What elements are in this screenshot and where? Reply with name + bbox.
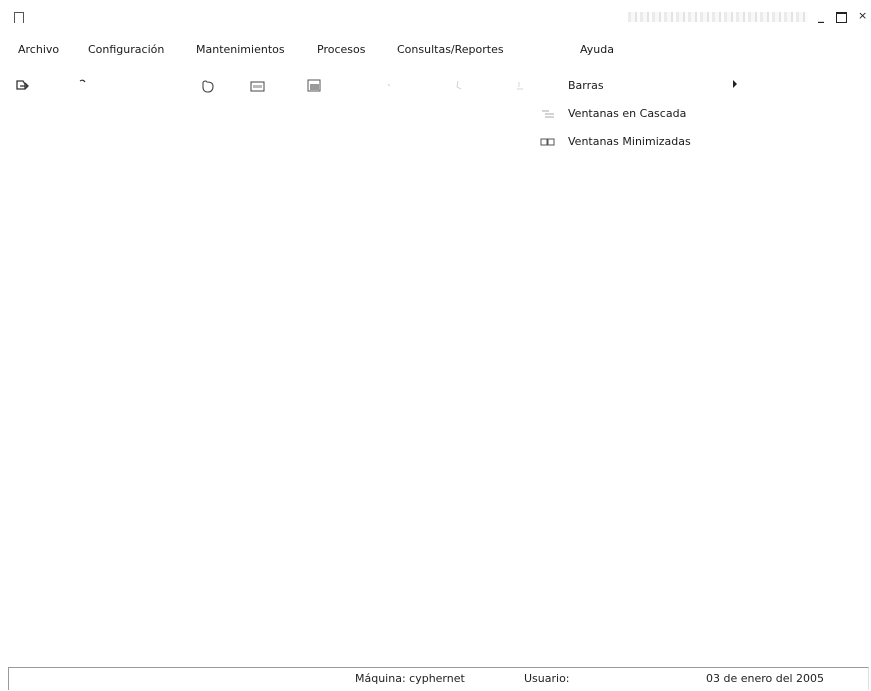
menu-mantenimientos[interactable]: Mantenimientos xyxy=(196,43,285,56)
menu-consultas-reportes[interactable]: Consultas/Reportes xyxy=(397,43,504,56)
menu-procesos[interactable]: Procesos xyxy=(317,43,365,56)
menu-item-label: Barras xyxy=(568,79,604,92)
status-date: 03 de enero del 2005 xyxy=(706,672,825,685)
status-machine: Máquina: cyphernet xyxy=(355,672,465,685)
minimized-windows-icon xyxy=(540,138,555,146)
submenu-arrow-icon xyxy=(733,80,737,88)
menu-archivo[interactable]: Archivo xyxy=(18,43,59,56)
menu-configuracion[interactable]: Configuración xyxy=(88,43,164,56)
menu-item-ventanas-minimizadas[interactable]: Ventanas Minimizadas xyxy=(536,132,726,152)
menu-item-ventanas-cascada[interactable]: Ventanas en Cascada xyxy=(536,104,726,124)
app-icon[interactable] xyxy=(14,12,24,23)
cascade-icon xyxy=(542,110,554,118)
disabled-icon[interactable] xyxy=(512,78,528,94)
title-bar: _ × xyxy=(0,0,871,38)
undo-icon[interactable] xyxy=(76,78,92,94)
folder-icon[interactable] xyxy=(200,78,216,94)
status-user: Usuario: xyxy=(524,672,570,685)
menu-item-barras[interactable]: Barras xyxy=(536,76,737,96)
menu-bar: Archivo Configuración Mantenimientos Pro… xyxy=(0,40,871,60)
minimize-button[interactable]: _ xyxy=(818,8,824,24)
print-icon[interactable] xyxy=(14,78,30,94)
disabled-icon[interactable] xyxy=(382,78,398,94)
menu-ayuda[interactable]: Ayuda xyxy=(580,43,614,56)
maximize-button[interactable] xyxy=(836,12,847,23)
disabled-icon[interactable] xyxy=(452,78,468,94)
toolbar xyxy=(0,74,871,102)
menu-item-label: Ventanas Minimizadas xyxy=(568,135,691,148)
calculator-icon[interactable] xyxy=(249,78,265,94)
close-button[interactable]: × xyxy=(858,8,867,24)
menu-item-label: Ventanas en Cascada xyxy=(568,107,687,120)
status-bar: Máquina: cyphernet Usuario: 03 de enero … xyxy=(8,667,869,690)
window-title xyxy=(628,12,808,22)
monitor-icon[interactable] xyxy=(306,78,322,94)
